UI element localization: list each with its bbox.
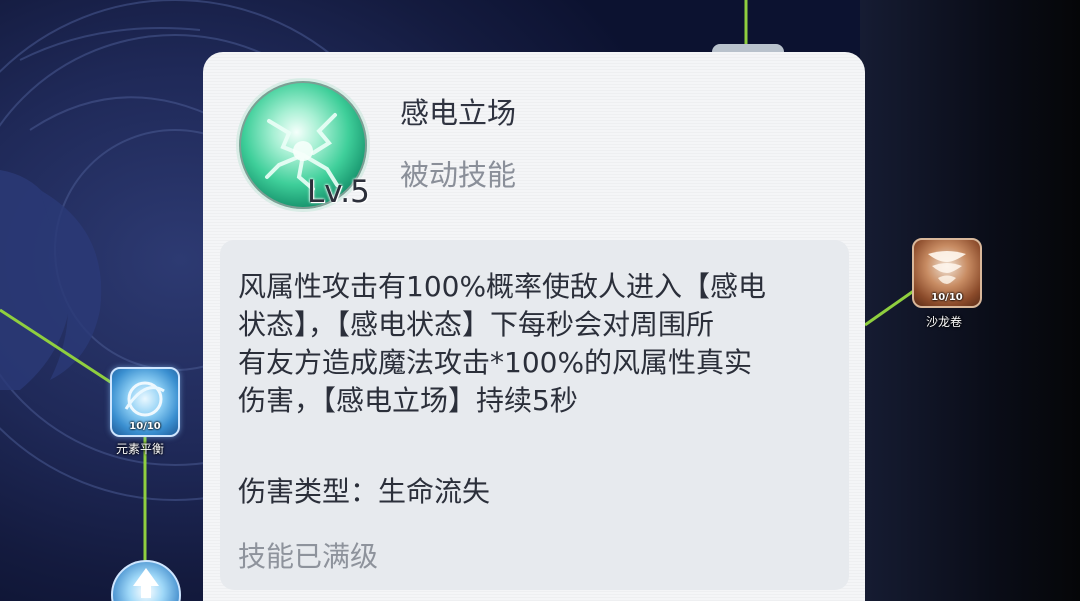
skill-node-element-balance[interactable]: 10/10 xyxy=(110,367,180,437)
max-level-status: 技能已满级 xyxy=(238,540,379,573)
damage-type-label: 伤害类型：生命流失 xyxy=(238,475,491,508)
skill-node-sand-tornado[interactable]: 10/10 xyxy=(912,238,982,308)
description-line: 伤害，【感电立场】持续5秒 xyxy=(238,384,578,417)
node-level-label: 10/10 xyxy=(931,292,963,303)
skill-description-box: 风属性攻击有100%概率使敌人进入【感电 状态】，【感电状态】下每秒会对周围所 … xyxy=(220,240,849,590)
skill-tooltip-panel: Lv.5 感电立场 被动技能 风属性攻击有100%概率使敌人进入【感电 状态】，… xyxy=(203,52,865,601)
skill-type-label: 被动技能 xyxy=(400,158,517,192)
description-line: 有友方造成魔法攻击*100%的风属性真实 xyxy=(238,346,753,379)
node-level-label: 10/10 xyxy=(129,421,161,432)
skill-name: 感电立场 xyxy=(400,96,517,130)
skill-node-bottom[interactable] xyxy=(111,560,181,601)
description-line: 状态】，【感电状态】下每秒会对周围所 xyxy=(238,308,715,341)
arrow-up-icon xyxy=(133,568,159,598)
node-name-label: 元素平衡 xyxy=(116,442,165,456)
skill-level-label: Lv.5 xyxy=(307,174,370,210)
description-line: 风属性攻击有100%概率使敌人进入【感电 xyxy=(238,270,767,303)
node-name-label: 沙龙卷 xyxy=(926,315,963,329)
tree-link-line xyxy=(864,288,916,327)
